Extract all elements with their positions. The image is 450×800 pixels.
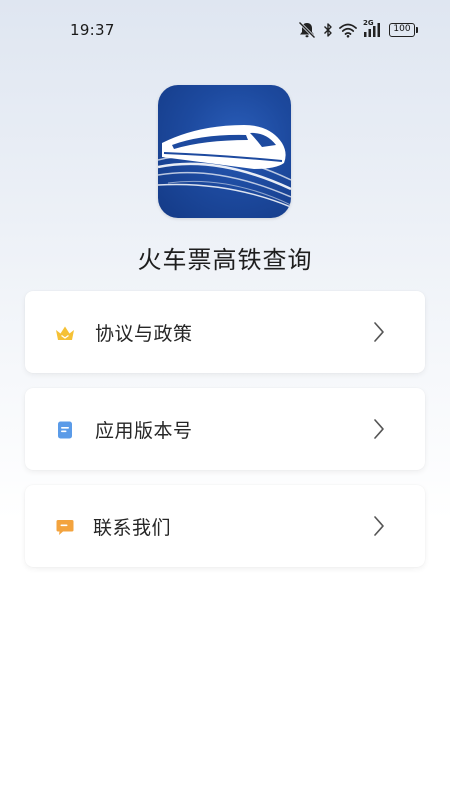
document-icon	[58, 421, 72, 439]
menu-item-agreement-policy[interactable]: 协议与政策	[25, 291, 425, 373]
high-speed-train-icon	[158, 125, 291, 208]
status-bar: 19:37 2G 100	[0, 0, 450, 60]
chevron-right-icon	[374, 516, 384, 536]
cellular-signal-icon: 2G	[363, 19, 383, 38]
app-title: 火车票高铁查询	[137, 246, 313, 274]
bluetooth-icon	[324, 23, 332, 37]
status-time: 19:37	[70, 21, 115, 39]
menu-item-app-version[interactable]: 应用版本号	[25, 388, 425, 470]
chevron-right-icon	[374, 322, 384, 342]
status-icons: 2G 100	[297, 19, 418, 40]
crown-icon	[56, 326, 74, 340]
chat-bubble-icon	[56, 520, 74, 535]
menu-item-label: 联系我们	[93, 517, 172, 539]
menu-item-contact-us[interactable]: 联系我们	[25, 485, 425, 567]
menu-item-label: 协议与政策	[95, 323, 193, 345]
app-logo	[158, 85, 291, 218]
wifi-icon	[339, 23, 357, 38]
mute-bell-icon	[298, 21, 316, 39]
battery-icon: 100	[389, 23, 418, 37]
menu-item-label: 应用版本号	[95, 420, 193, 442]
chevron-right-icon	[374, 419, 384, 439]
battery-level: 100	[389, 23, 415, 37]
